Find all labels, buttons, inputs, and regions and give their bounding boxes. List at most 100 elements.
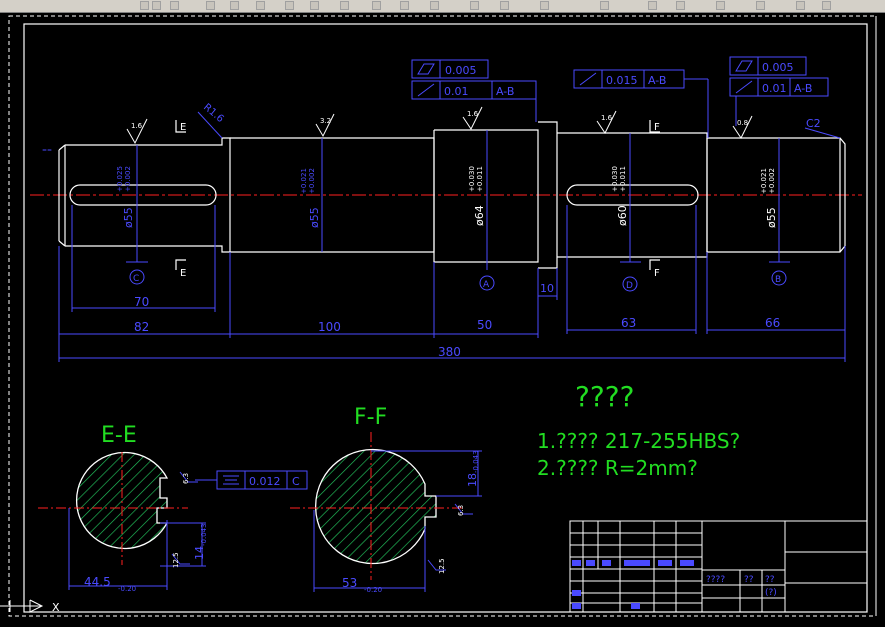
dim-70: 70 <box>134 295 149 309</box>
roughness-value-1: 1.6 <box>131 122 143 130</box>
notes-line-2: 2.???? R=2mm? <box>537 456 698 480</box>
tol-frame-4-value: 0.005 <box>762 61 794 74</box>
toolbar-button-15[interactable] <box>540 1 549 10</box>
section-ee-title: E-E <box>101 423 137 448</box>
toolbar-button-13[interactable] <box>470 1 479 10</box>
dim-10: 10 <box>540 282 554 295</box>
toolbar-button-5[interactable] <box>230 1 239 10</box>
section-ff-rough-2: 12.5 <box>438 558 446 574</box>
notes-line-1: 1.???? 217-255HBS? <box>537 429 740 453</box>
tol-frame-1-value: 0.005 <box>445 64 477 77</box>
toolbar-button-19[interactable] <box>716 1 725 10</box>
tol-frame-5-value: 0.01 <box>762 82 787 95</box>
toolbar-button-2[interactable] <box>152 1 161 10</box>
toolbar-button-21[interactable] <box>796 1 805 10</box>
diameter-label-2: ø55 <box>308 207 321 228</box>
toolbar-button-7[interactable] <box>285 1 294 10</box>
diameter-tolerance-upper-1: +0.025 <box>116 166 124 192</box>
toolbar-button-1[interactable] <box>140 1 149 10</box>
datum-d-label: D <box>626 281 633 291</box>
tolerance-frames <box>195 56 829 490</box>
dim-82: 82 <box>134 320 149 334</box>
toolbar-button-6[interactable] <box>256 1 265 10</box>
toolbar-button-12[interactable] <box>430 1 439 10</box>
section-ff-width-tol: -0.20 <box>364 586 382 594</box>
roughness-value-5: 0.8 <box>737 119 748 127</box>
toolbar-button-14[interactable] <box>500 1 509 10</box>
section-ee-width: 44.5 <box>84 575 111 589</box>
toolbar-button-16[interactable] <box>600 1 609 10</box>
section-mark-e-top: E <box>180 122 186 133</box>
diameter-tolerance-lower-5: +0.002 <box>768 168 776 194</box>
datum-a-label: A <box>483 280 490 290</box>
ucs-x-label: X <box>52 601 60 614</box>
diameter-label-4: ø60 <box>616 205 629 226</box>
diameter-label-3: ø64 <box>473 205 486 226</box>
toolbar-button-22[interactable] <box>822 1 831 10</box>
tol-frame-6-value: 0.012 <box>249 475 281 488</box>
tol-frame-2-value: 0.01 <box>444 85 469 98</box>
fillet-label: R1.6 <box>201 102 226 125</box>
title-block-code: (?) <box>765 588 777 598</box>
diameter-tolerance-lower-1: +0.002 <box>124 166 132 192</box>
section-ee-rough-2: 12.5 <box>172 552 180 568</box>
section-ee-width-tol: -0.20 <box>118 585 136 593</box>
tol-frame-3-value: 0.015 <box>606 74 638 87</box>
diameter-dimensions <box>136 130 780 262</box>
section-ee-rough-1: 6.3 <box>182 473 190 484</box>
section-mark-e-bottom: E <box>180 268 186 279</box>
diameter-tolerance-upper-4: +0.030 <box>611 166 619 192</box>
diameter-tolerance-upper-2: +0.021 <box>300 168 308 194</box>
datum-c-label: C <box>133 274 139 284</box>
dim-66: 66 <box>765 316 780 330</box>
notes-title: ???? <box>575 380 634 413</box>
tolerance-frame-symbols <box>223 60 753 485</box>
datum-markers <box>126 246 790 292</box>
roughness-value-2: 3.2 <box>320 117 331 125</box>
tol-frame-2-ref: A-B <box>496 85 514 98</box>
ucs-icon <box>0 599 44 613</box>
toolbar-button-4[interactable] <box>206 1 215 10</box>
tol-frame-3-ref: A-B <box>648 74 666 87</box>
edge-mark: == <box>42 147 52 154</box>
toolbar-button-20[interactable] <box>756 1 765 10</box>
diameter-tolerance-upper-5: +0.021 <box>760 168 768 194</box>
dim-50: 50 <box>477 318 492 332</box>
section-ff-key-tol: -0.043 <box>472 450 480 473</box>
diameter-tolerance-lower-3: +0.011 <box>476 166 484 192</box>
drawing-canvas[interactable]: == ø55 +0.025 +0.002 ø55 +0.021 +0.002 ø… <box>0 12 885 627</box>
title-block-scale: ?? <box>744 575 754 585</box>
toolbar-button-11[interactable] <box>400 1 409 10</box>
title-block-part: ???? <box>706 575 725 585</box>
tol-frame-5-ref: A-B <box>794 82 812 95</box>
section-ff-view <box>290 432 482 592</box>
roughness-value-4: 1.6 <box>601 114 613 122</box>
toolbar-button-8[interactable] <box>310 1 319 10</box>
roughness-value-3: 1.6 <box>467 110 479 118</box>
section-ee-key: 14 <box>193 546 206 560</box>
tol-frame-6-ref: C <box>292 475 300 488</box>
section-ee-key-tol: -0.043 <box>200 523 208 546</box>
diameter-tolerance-lower-2: +0.002 <box>308 168 316 194</box>
diameter-tolerance-lower-4: +0.011 <box>619 166 627 192</box>
toolbar-button-9[interactable] <box>340 1 349 10</box>
toolbar-button-10[interactable] <box>372 1 381 10</box>
diameter-tolerance-upper-3: +0.030 <box>468 166 476 192</box>
dim-63: 63 <box>621 316 636 330</box>
diameter-label-5: ø55 <box>765 207 778 228</box>
section-mark-f-bottom: F <box>654 268 660 279</box>
section-ff-title: F-F <box>354 405 387 430</box>
title-block-qty: ?? <box>765 575 775 585</box>
toolbar-button-18[interactable] <box>676 1 685 10</box>
section-mark-f-top: F <box>654 122 660 133</box>
chamfer-label: C2 <box>806 117 821 130</box>
diameter-label-1: ø55 <box>122 207 135 228</box>
toolbar-button-17[interactable] <box>648 1 657 10</box>
dim-100: 100 <box>318 320 341 334</box>
linear-dimension-lines <box>58 205 846 362</box>
dim-380: 380 <box>438 345 461 359</box>
section-ff-rough-1: 6.3 <box>457 505 465 516</box>
section-ff-width: 53 <box>342 576 357 590</box>
toolbar-button-3[interactable] <box>170 1 179 10</box>
section-ff-key: 18 <box>466 473 479 487</box>
